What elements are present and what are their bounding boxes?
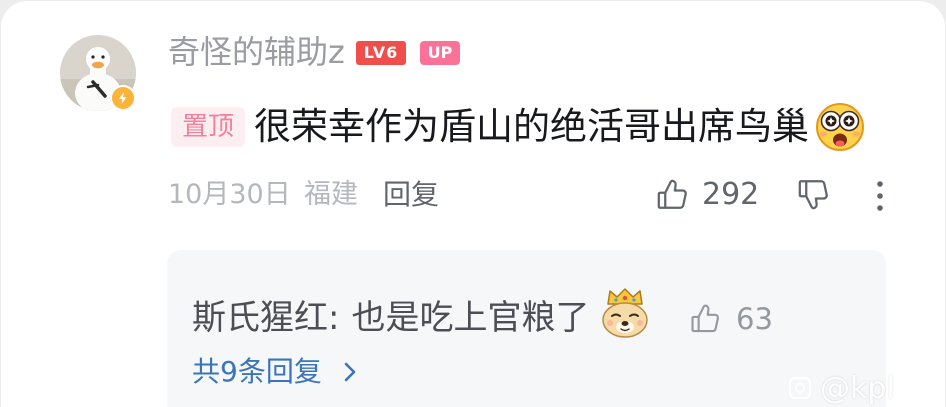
comment-location: 福建 bbox=[304, 179, 358, 210]
reply-separator: : bbox=[328, 298, 340, 338]
like-button[interactable]: 292 bbox=[654, 175, 759, 215]
comment-text: 很荣幸作为盾山的绝活哥出席鸟巢 bbox=[254, 105, 809, 148]
watermark: @kpl bbox=[788, 370, 895, 406]
reply-author[interactable]: 斯氏猩红 bbox=[192, 298, 328, 338]
watermark-logo-icon bbox=[789, 377, 811, 399]
verified-badge bbox=[110, 85, 136, 111]
thumbs-up-icon bbox=[691, 304, 720, 333]
more-vertical-icon bbox=[877, 181, 883, 211]
lightning-icon bbox=[118, 92, 127, 104]
level-badge: LV6 bbox=[356, 41, 406, 65]
thumbs-up-icon bbox=[657, 179, 687, 209]
reply-text: 也是吃上官粮了 bbox=[351, 298, 590, 338]
pinned-tag: 置顶 bbox=[171, 107, 245, 147]
dislike-button[interactable] bbox=[795, 176, 831, 214]
comment-date: 10月30日 bbox=[168, 179, 291, 210]
reply-like-button[interactable]: 63 bbox=[688, 299, 773, 339]
star-struck-emoji-icon bbox=[814, 100, 866, 152]
like-count: 292 bbox=[702, 177, 760, 212]
watermark-text: @kpl bbox=[820, 370, 895, 406]
thumbs-down-icon bbox=[798, 180, 828, 210]
reply-preview-line[interactable]: 斯氏猩红: 也是吃上官粮了 bbox=[192, 296, 589, 340]
up-badge: UP bbox=[420, 41, 460, 65]
chevron-right-icon bbox=[344, 362, 356, 382]
reply-button[interactable]: 回复 bbox=[383, 177, 439, 213]
view-more-replies-link[interactable]: 共9条回复 bbox=[192, 354, 358, 390]
view-more-label: 共9条回复 bbox=[192, 355, 322, 388]
reply-like-count: 63 bbox=[736, 302, 773, 336]
crowned-doge-emoji-icon bbox=[600, 287, 650, 339]
username[interactable]: 奇怪的辅助z bbox=[168, 32, 345, 72]
more-options-button[interactable] bbox=[872, 180, 888, 212]
